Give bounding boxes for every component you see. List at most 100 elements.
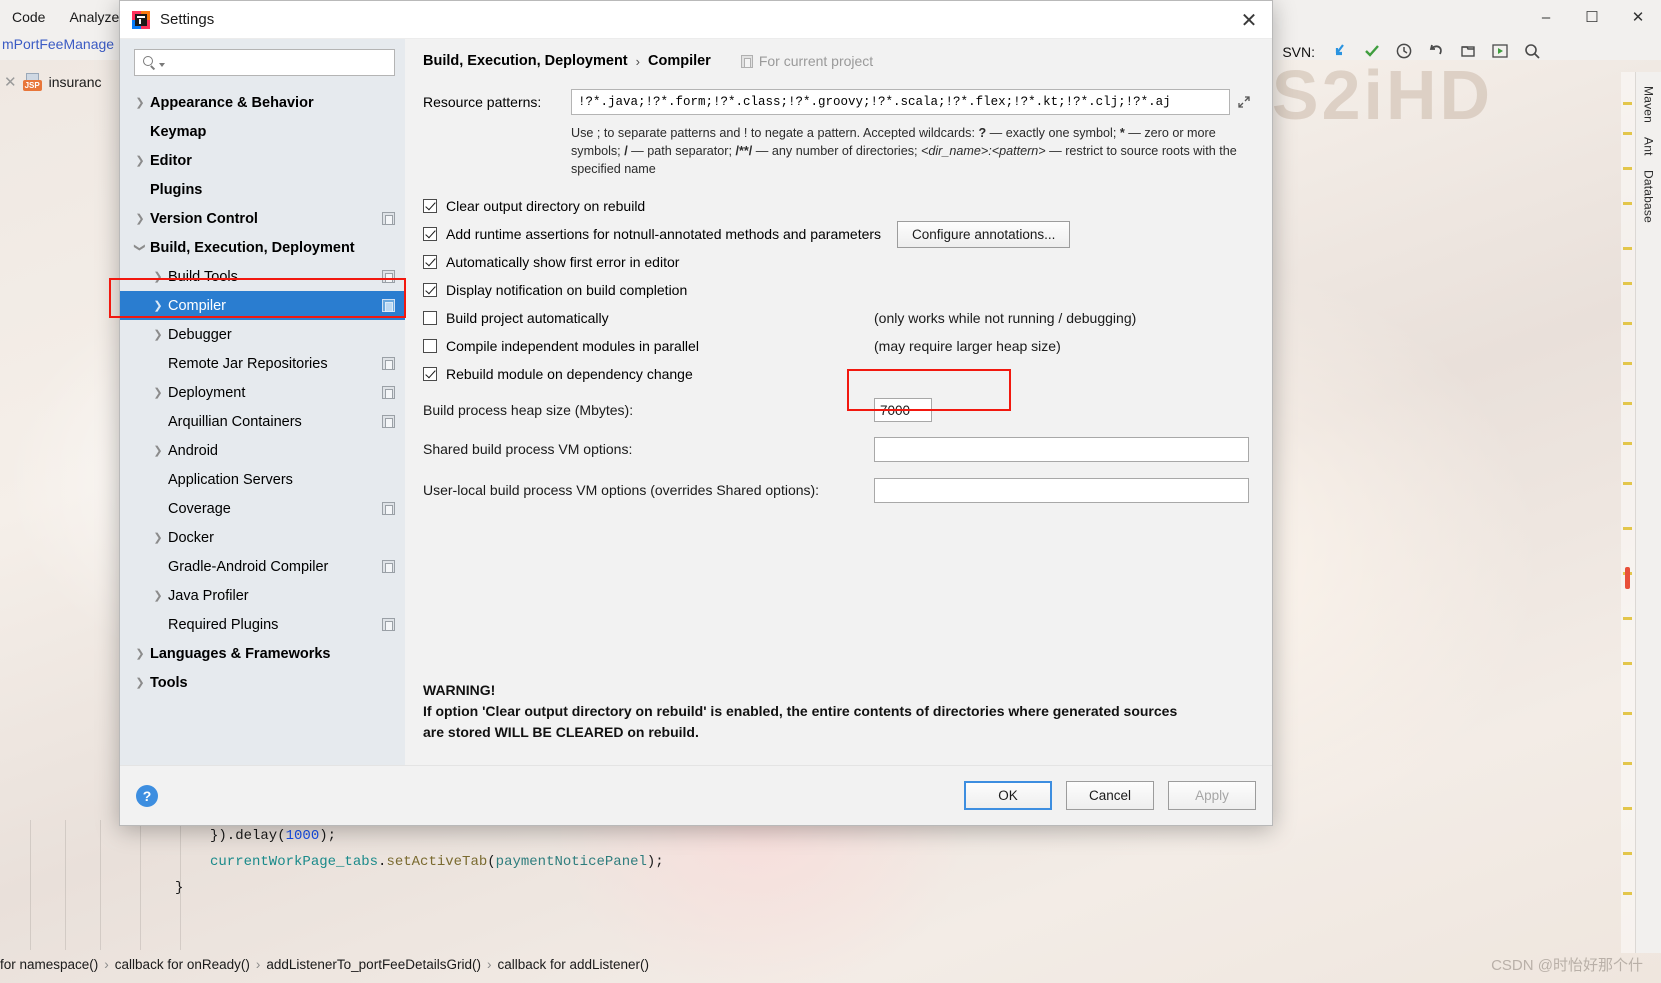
tab-close-icon[interactable]: ✕ xyxy=(4,73,17,91)
help-seg-5: — any number of directories; xyxy=(752,144,921,158)
editor-tab-label[interactable]: insuranc xyxy=(49,74,102,90)
crumb-addlistenerto[interactable]: addListenerTo_portFeeDetailsGrid() xyxy=(266,957,481,972)
settings-tree[interactable]: ❯ Appearance & Behavior Keymap ❯ Editor Plugi… xyxy=(120,86,405,765)
heap-size-input[interactable] xyxy=(874,398,932,422)
sidebar-item-tools[interactable]: ❯ Tools xyxy=(120,668,405,697)
shared-vm-options-row: Shared build process VM options: xyxy=(423,433,1254,465)
close-icon[interactable]: ✕ xyxy=(1226,1,1272,39)
search-box[interactable] xyxy=(134,49,395,76)
sidebar-item-label: Docker xyxy=(168,529,214,546)
sidebar-item-required-plugins[interactable]: Required Plugins xyxy=(120,610,405,639)
shared-vm-options-input[interactable] xyxy=(874,436,1249,462)
sidebar-item-arquillian-containers[interactable]: Arquillian Containers xyxy=(120,407,405,436)
menu-item-code[interactable]: Code xyxy=(0,9,57,25)
resource-patterns-label: Resource patterns: xyxy=(423,94,542,110)
checkbox-rebuild-module-dependency[interactable] xyxy=(423,367,437,381)
settings-dialog: Settings ✕ ❯ Appearance & Behavior Keymap ❯… xyxy=(109,0,1273,826)
sidebar-item-keymap[interactable]: Keymap xyxy=(120,117,405,146)
project-scope-icon xyxy=(382,299,395,312)
checkbox-clear-output-directory[interactable] xyxy=(423,199,437,213)
checkbox-row-build-automatically[interactable]: Build project automatically (only works … xyxy=(423,304,1254,332)
svn-revert-icon[interactable] xyxy=(1427,42,1445,63)
heap-size-row: Build process heap size (Mbytes): xyxy=(423,396,1254,424)
tool-window-maven[interactable]: Maven xyxy=(1642,86,1656,123)
sidebar-item-android[interactable]: ❯ Android xyxy=(120,436,405,465)
crumb-addlistener[interactable]: callback for addListener() xyxy=(497,957,649,972)
sidebar-item-label: Languages & Frameworks xyxy=(150,645,331,662)
chevron-right-icon[interactable]: ❯ xyxy=(148,299,168,312)
sidebar-item-editor[interactable]: ❯ Editor xyxy=(120,146,405,175)
chevron-right-icon[interactable]: ❯ xyxy=(130,212,150,225)
cancel-button[interactable]: Cancel xyxy=(1066,781,1154,810)
chevron-right-icon[interactable]: ❯ xyxy=(130,154,150,167)
sidebar-item-gradle-android-compiler[interactable]: Gradle-Android Compiler xyxy=(120,552,405,581)
svn-commit-icon[interactable] xyxy=(1363,42,1381,63)
chevron-right-icon[interactable]: ❯ xyxy=(130,647,150,660)
chevron-right-icon[interactable]: ❯ xyxy=(148,386,168,399)
tool-window-database[interactable]: Database xyxy=(1642,170,1656,223)
checkbox-row-display-notification[interactable]: Display notification on build completion xyxy=(423,276,1254,304)
chevron-right-icon[interactable]: ❯ xyxy=(148,531,168,544)
checkbox-add-runtime-assertions[interactable] xyxy=(423,227,437,241)
sidebar-item-application-servers[interactable]: Application Servers xyxy=(120,465,405,494)
breadcrumb-parent[interactable]: Build, Execution, Deployment xyxy=(423,53,628,69)
sidebar-item-plugins[interactable]: Plugins xyxy=(120,175,405,204)
checkbox-row-runtime-assertions[interactable]: Add runtime assertions for notnull-annot… xyxy=(423,220,1254,248)
svn-browse-icon[interactable] xyxy=(1459,42,1477,63)
expand-editor-icon[interactable] xyxy=(1234,95,1254,109)
minimize-icon[interactable]: – xyxy=(1523,0,1569,34)
checkbox-build-project-automatically[interactable] xyxy=(423,311,437,325)
checkbox-row-show-first-error[interactable]: Automatically show first error in editor xyxy=(423,248,1254,276)
chevron-right-icon[interactable]: ❯ xyxy=(130,676,150,689)
search-wrapper xyxy=(120,49,405,86)
sidebar-item-appearance-behavior[interactable]: ❯ Appearance & Behavior xyxy=(120,88,405,117)
resource-patterns-input[interactable]: !?*.java;!?*.form;!?*.class;!?*.groovy;!… xyxy=(571,89,1230,115)
sidebar-item-debugger[interactable]: ❯ Debugger xyxy=(120,320,405,349)
editor-error-stripe[interactable] xyxy=(1621,72,1635,953)
search-input[interactable] xyxy=(165,50,394,75)
checkbox-row-parallel-modules[interactable]: Compile independent modules in parallel … xyxy=(423,332,1254,360)
sidebar-item-java-profiler[interactable]: ❯ Java Profiler xyxy=(120,581,405,610)
resource-patterns-help: Use ; to separate patterns and ! to nega… xyxy=(571,124,1243,178)
chevron-right-icon[interactable]: ❯ xyxy=(148,270,168,283)
help-icon[interactable]: ? xyxy=(136,784,158,807)
sidebar-item-remote-jar-repositories[interactable]: Remote Jar Repositories xyxy=(120,349,405,378)
sidebar-item-label: Plugins xyxy=(150,181,203,198)
svn-history-icon[interactable] xyxy=(1395,42,1413,63)
run-icon[interactable] xyxy=(1491,42,1509,63)
maximize-icon[interactable]: ☐ xyxy=(1569,0,1615,34)
search-everywhere-icon[interactable] xyxy=(1523,42,1541,63)
tool-window-ant[interactable]: Ant xyxy=(1642,137,1656,156)
ok-button[interactable]: OK xyxy=(964,781,1052,810)
crumb-onready[interactable]: callback for onReady() xyxy=(115,957,250,972)
chevron-right-icon[interactable]: ❯ xyxy=(148,589,168,602)
project-scope-icon xyxy=(382,212,395,225)
dialog-title: Settings xyxy=(160,11,215,28)
checkbox-row-clear-output[interactable]: Clear output directory on rebuild xyxy=(423,192,1254,220)
checkbox-show-first-error[interactable] xyxy=(423,255,437,269)
crumb-namespace[interactable]: for namespace() xyxy=(0,957,98,972)
sidebar-item-languages-frameworks[interactable]: ❯ Languages & Frameworks xyxy=(120,639,405,668)
user-vm-options-input[interactable] xyxy=(874,477,1249,503)
sidebar-item-deployment[interactable]: ❯ Deployment xyxy=(120,378,405,407)
chevron-down-icon[interactable]: ❯ xyxy=(134,238,147,258)
sidebar-item-build-execution-deployment[interactable]: ❯ Build, Execution, Deployment xyxy=(120,233,405,262)
code-line-1: }).delay(1000); xyxy=(210,828,337,844)
sidebar-item-docker[interactable]: ❯ Docker xyxy=(120,523,405,552)
editor-code-area[interactable]: }).delay(1000); currentWorkPage_tabs.set… xyxy=(0,820,1340,950)
settings-breadcrumb: Build, Execution, Deployment › Compiler … xyxy=(423,53,1254,69)
sidebar-item-compiler[interactable]: ❯ Compiler xyxy=(120,291,405,320)
help-seg-1: Use ; to separate patterns and ! to nega… xyxy=(571,126,979,140)
checkbox-row-rebuild-dependency[interactable]: Rebuild module on dependency change xyxy=(423,360,1254,388)
sidebar-item-coverage[interactable]: Coverage xyxy=(120,494,405,523)
checkbox-compile-independent-parallel[interactable] xyxy=(423,339,437,353)
chevron-right-icon[interactable]: ❯ xyxy=(130,96,150,109)
svn-update-icon[interactable] xyxy=(1331,42,1349,63)
sidebar-item-version-control[interactable]: ❯ Version Control xyxy=(120,204,405,233)
checkbox-display-notification[interactable] xyxy=(423,283,437,297)
configure-annotations-button[interactable]: Configure annotations... xyxy=(897,220,1071,248)
chevron-right-icon[interactable]: ❯ xyxy=(148,328,168,341)
chevron-right-icon[interactable]: ❯ xyxy=(148,444,168,457)
window-close-icon[interactable]: ✕ xyxy=(1615,0,1661,34)
sidebar-item-build-tools[interactable]: ❯ Build Tools xyxy=(120,262,405,291)
